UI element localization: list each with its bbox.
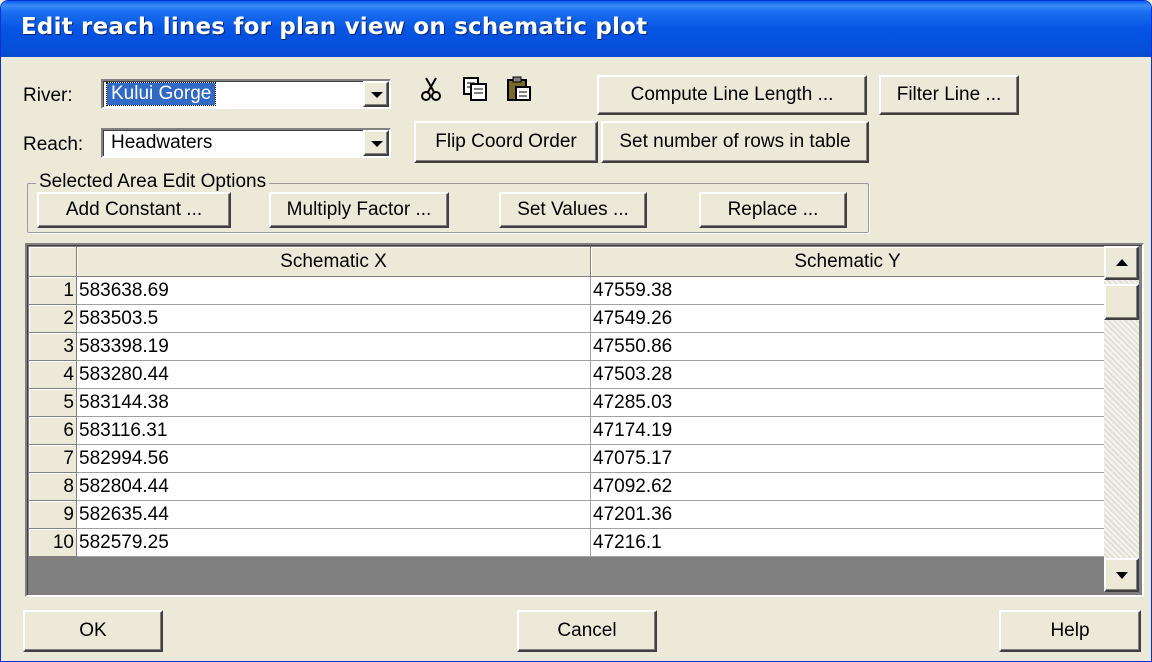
cell-schematic-y[interactable]: 47559.38 (590, 276, 1105, 305)
cell-schematic-x[interactable]: 583638.69 (76, 276, 591, 305)
row-number[interactable]: 5 (28, 388, 77, 417)
cell-schematic-y[interactable]: 47216.1 (590, 528, 1105, 557)
set-rows-button[interactable]: Set number of rows in table (601, 121, 869, 163)
row-number[interactable]: 9 (28, 500, 77, 529)
reach-combo[interactable]: Headwaters (101, 128, 391, 158)
cell-schematic-y[interactable]: 47549.26 (590, 304, 1105, 333)
table-row[interactable]: 8 582804.44 47092.62 (28, 472, 1105, 501)
cell-schematic-x[interactable]: 583280.44 (76, 360, 591, 389)
title-bar[interactable]: Edit reach lines for plan view on schema… (1, 1, 1151, 57)
table-row[interactable]: 4 583280.44 47503.28 (28, 360, 1105, 389)
cell-schematic-y[interactable]: 47550.86 (590, 332, 1105, 361)
paste-button[interactable] (505, 75, 533, 103)
table-row[interactable]: 6 583116.31 47174.19 (28, 416, 1105, 445)
add-constant-button[interactable]: Add Constant ... (37, 192, 231, 228)
compute-line-length-button[interactable]: Compute Line Length ... (597, 75, 867, 115)
river-value: Kului Gorge (105, 82, 217, 106)
cell-schematic-y[interactable]: 47503.28 (590, 360, 1105, 389)
scroll-thumb[interactable] (1104, 284, 1139, 320)
row-number[interactable]: 6 (28, 416, 77, 445)
corner-header[interactable] (28, 246, 77, 277)
reach-value: Headwaters (111, 132, 213, 153)
multiply-factor-button[interactable]: Multiply Factor ... (269, 192, 449, 228)
cell-schematic-y[interactable]: 47092.62 (590, 472, 1105, 501)
set-values-button[interactable]: Set Values ... (499, 192, 647, 228)
ok-button[interactable]: OK (23, 610, 163, 652)
cell-schematic-x[interactable]: 583398.19 (76, 332, 591, 361)
vertical-scrollbar[interactable] (1104, 246, 1139, 592)
filter-line-button[interactable]: Filter Line ... (879, 75, 1019, 115)
cell-schematic-x[interactable]: 582994.56 (76, 444, 591, 473)
paste-icon (507, 76, 531, 101)
river-label: River: (23, 85, 73, 106)
cell-schematic-x[interactable]: 582635.44 (76, 500, 591, 529)
row-number[interactable]: 1 (28, 276, 77, 305)
cut-button[interactable] (417, 75, 445, 103)
table-row[interactable]: 5 583144.38 47285.03 (28, 388, 1105, 417)
edit-options-group-label: Selected Area Edit Options (36, 171, 270, 193)
river-combo[interactable]: Kului Gorge (101, 79, 391, 109)
dialog-window: Edit reach lines for plan view on schema… (0, 0, 1152, 662)
cell-schematic-x[interactable]: 582579.25 (76, 528, 591, 557)
cell-schematic-y[interactable]: 47174.19 (590, 416, 1105, 445)
flip-coord-order-button[interactable]: Flip Coord Order (414, 121, 598, 163)
table-row[interactable]: 2 583503.5 47549.26 (28, 304, 1105, 333)
table-row[interactable]: 1 583638.69 47559.38 (28, 276, 1105, 305)
table-row[interactable]: 3 583398.19 47550.86 (28, 332, 1105, 361)
reach-label: Reach: (23, 134, 84, 155)
cell-schematic-x[interactable]: 583144.38 (76, 388, 591, 417)
row-number[interactable]: 3 (28, 332, 77, 361)
row-number[interactable]: 7 (28, 444, 77, 473)
scroll-up-button[interactable] (1104, 246, 1139, 280)
table-row[interactable]: 7 582994.56 47075.17 (28, 444, 1105, 473)
reach-dropdown-arrow[interactable] (363, 130, 389, 156)
replace-button[interactable]: Replace ... (699, 192, 847, 228)
scroll-down-button[interactable] (1104, 558, 1139, 592)
coordinate-table[interactable]: Schematic X Schematic Y 1 583638.69 47559.… (25, 243, 1144, 597)
table-row[interactable]: 10 582579.25 47216.1 (28, 528, 1105, 557)
scissors-icon (421, 77, 441, 101)
row-number[interactable]: 8 (28, 472, 77, 501)
column-header-x[interactable]: Schematic X (76, 246, 591, 277)
coordinate-grid: Schematic X Schematic Y 1 583638.69 47559.… (28, 246, 1105, 557)
column-header-y[interactable]: Schematic Y (590, 246, 1105, 277)
table-row[interactable]: 9 582635.44 47201.36 (28, 500, 1105, 529)
row-number[interactable]: 2 (28, 304, 77, 333)
cell-schematic-x[interactable]: 583116.31 (76, 416, 591, 445)
row-number[interactable]: 4 (28, 360, 77, 389)
cell-schematic-x[interactable]: 583503.5 (76, 304, 591, 333)
cancel-button[interactable]: Cancel (517, 610, 657, 652)
window-title: Edit reach lines for plan view on schema… (21, 14, 648, 40)
row-number[interactable]: 10 (28, 528, 77, 557)
cell-schematic-y[interactable]: 47075.17 (590, 444, 1105, 473)
cell-schematic-y[interactable]: 47201.36 (590, 500, 1105, 529)
cell-schematic-x[interactable]: 582804.44 (76, 472, 591, 501)
help-button[interactable]: Help (999, 610, 1141, 652)
cell-schematic-y[interactable]: 47285.03 (590, 388, 1105, 417)
copy-icon (463, 77, 487, 101)
river-dropdown-arrow[interactable] (363, 81, 389, 107)
copy-button[interactable] (461, 75, 489, 103)
